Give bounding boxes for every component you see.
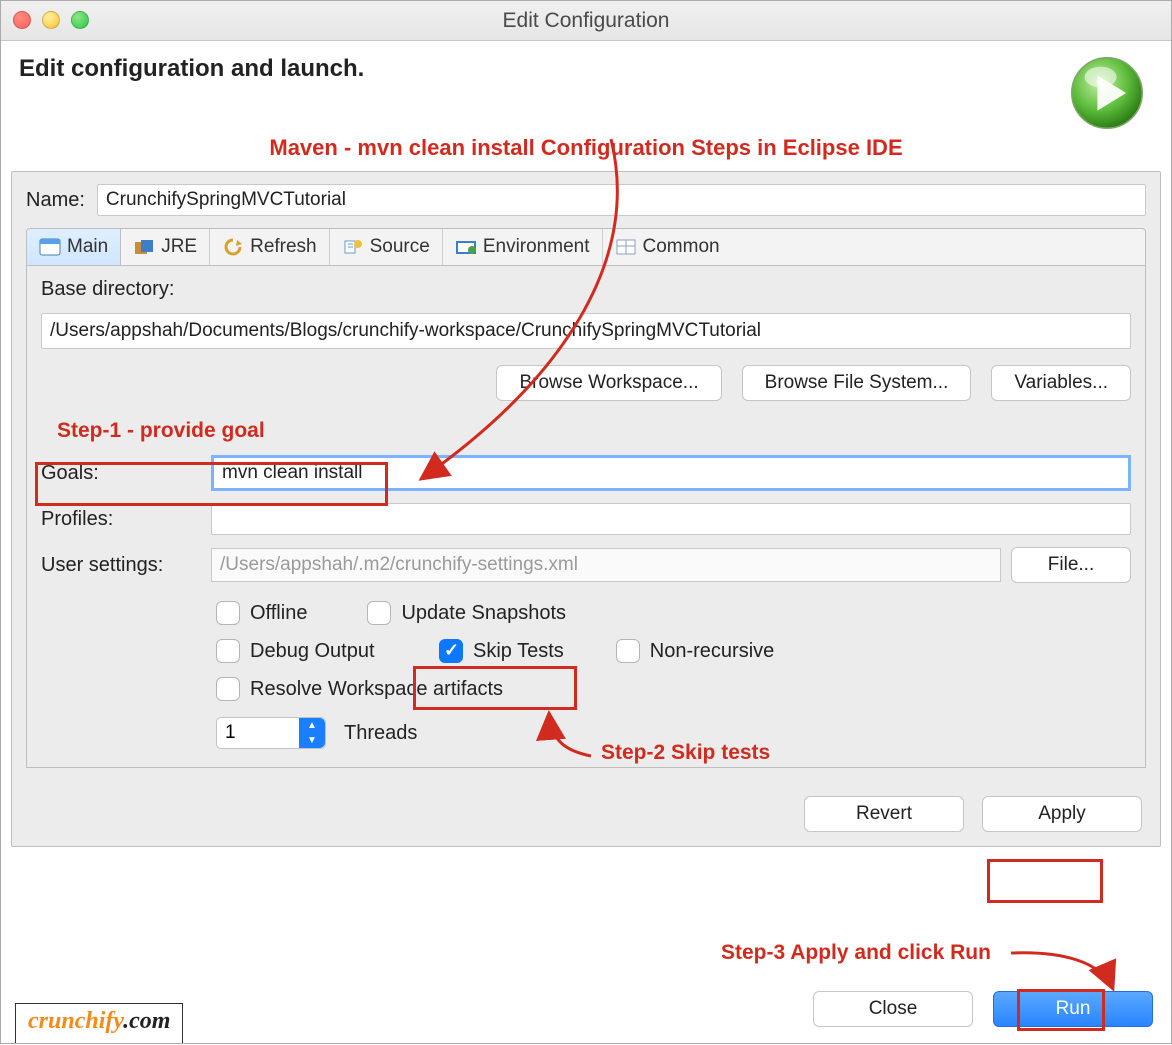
tab-main[interactable]: Main <box>27 229 121 265</box>
jre-tab-icon <box>133 238 155 256</box>
config-panel: Name: Main JRE Refresh Source <box>11 171 1161 847</box>
highlight-apply <box>987 859 1103 903</box>
threads-label: Threads <box>344 722 417 745</box>
stepper-down-icon[interactable]: ▼ <box>299 733 325 748</box>
annotation-step3: Step-3 Apply and click Run <box>721 941 991 965</box>
threads-value: 1 <box>225 722 236 744</box>
revert-button[interactable]: Revert <box>804 796 964 832</box>
threads-stepper[interactable]: 1 ▲▼ <box>216 717 326 749</box>
user-settings-label: User settings: <box>41 554 201 577</box>
resolve-workspace-label: Resolve Workspace artifacts <box>250 678 503 701</box>
debug-output-label: Debug Output <box>250 640 375 663</box>
base-dir-label: Base directory: <box>41 278 1131 301</box>
file-button[interactable]: File... <box>1011 547 1131 583</box>
tab-label: Refresh <box>250 236 317 258</box>
profiles-label: Profiles: <box>41 508 201 531</box>
refresh-tab-icon <box>222 238 244 256</box>
run-button[interactable]: Run <box>993 991 1153 1027</box>
tab-common[interactable]: Common <box>603 229 732 265</box>
base-dir-input[interactable] <box>41 313 1131 349</box>
name-label: Name: <box>26 189 85 212</box>
resolve-workspace-checkbox[interactable] <box>216 677 240 701</box>
crunchify-logo: crunchify.com <box>15 1003 183 1043</box>
tab-label: Source <box>370 236 430 258</box>
goals-input[interactable] <box>211 455 1131 491</box>
tab-body-main: Base directory: Browse Workspace... Brow… <box>26 266 1146 768</box>
debug-output-checkbox[interactable] <box>216 639 240 663</box>
tab-label: Environment <box>483 236 590 258</box>
titlebar: Edit Configuration <box>1 1 1171 41</box>
offline-label: Offline <box>250 602 307 625</box>
browse-workspace-button[interactable]: Browse Workspace... <box>496 365 721 401</box>
profiles-input[interactable] <box>211 503 1131 535</box>
goals-label: Goals: <box>41 462 201 485</box>
variables-button[interactable]: Variables... <box>991 365 1131 401</box>
main-tab-icon <box>39 238 61 256</box>
tab-environment[interactable]: Environment <box>443 229 603 265</box>
stepper-up-icon[interactable]: ▲ <box>299 718 325 733</box>
tabs: Main JRE Refresh Source Environment <box>26 228 1146 266</box>
close-button[interactable]: Close <box>813 991 973 1027</box>
skip-tests-checkbox[interactable] <box>439 639 463 663</box>
user-settings-input <box>211 548 1001 582</box>
page-heading: Edit configuration and launch. <box>19 55 1067 83</box>
environment-tab-icon <box>455 238 477 256</box>
tab-label: Common <box>643 236 720 258</box>
tab-source[interactable]: Source <box>330 229 443 265</box>
update-snapshots-label: Update Snapshots <box>401 602 566 625</box>
close-window-icon[interactable] <box>13 11 31 29</box>
window-title: Edit Configuration <box>503 9 670 33</box>
zoom-window-icon[interactable] <box>71 11 89 29</box>
apply-button[interactable]: Apply <box>982 796 1142 832</box>
update-snapshots-checkbox[interactable] <box>367 601 391 625</box>
annotation-title: Maven - mvn clean install Configuration … <box>1 135 1171 161</box>
browse-filesystem-button[interactable]: Browse File System... <box>742 365 972 401</box>
source-tab-icon <box>342 238 364 256</box>
non-recursive-label: Non-recursive <box>650 640 774 663</box>
non-recursive-checkbox[interactable] <box>616 639 640 663</box>
minimize-window-icon[interactable] <box>42 11 60 29</box>
tab-label: Main <box>67 236 108 258</box>
tab-jre[interactable]: JRE <box>121 229 210 265</box>
name-input[interactable] <box>97 184 1146 216</box>
run-orb-icon <box>1067 53 1147 133</box>
skip-tests-label: Skip Tests <box>473 640 564 663</box>
offline-checkbox[interactable] <box>216 601 240 625</box>
tab-refresh[interactable]: Refresh <box>210 229 330 265</box>
common-tab-icon <box>615 238 637 256</box>
window-controls <box>13 11 89 29</box>
tab-label: JRE <box>161 236 197 258</box>
